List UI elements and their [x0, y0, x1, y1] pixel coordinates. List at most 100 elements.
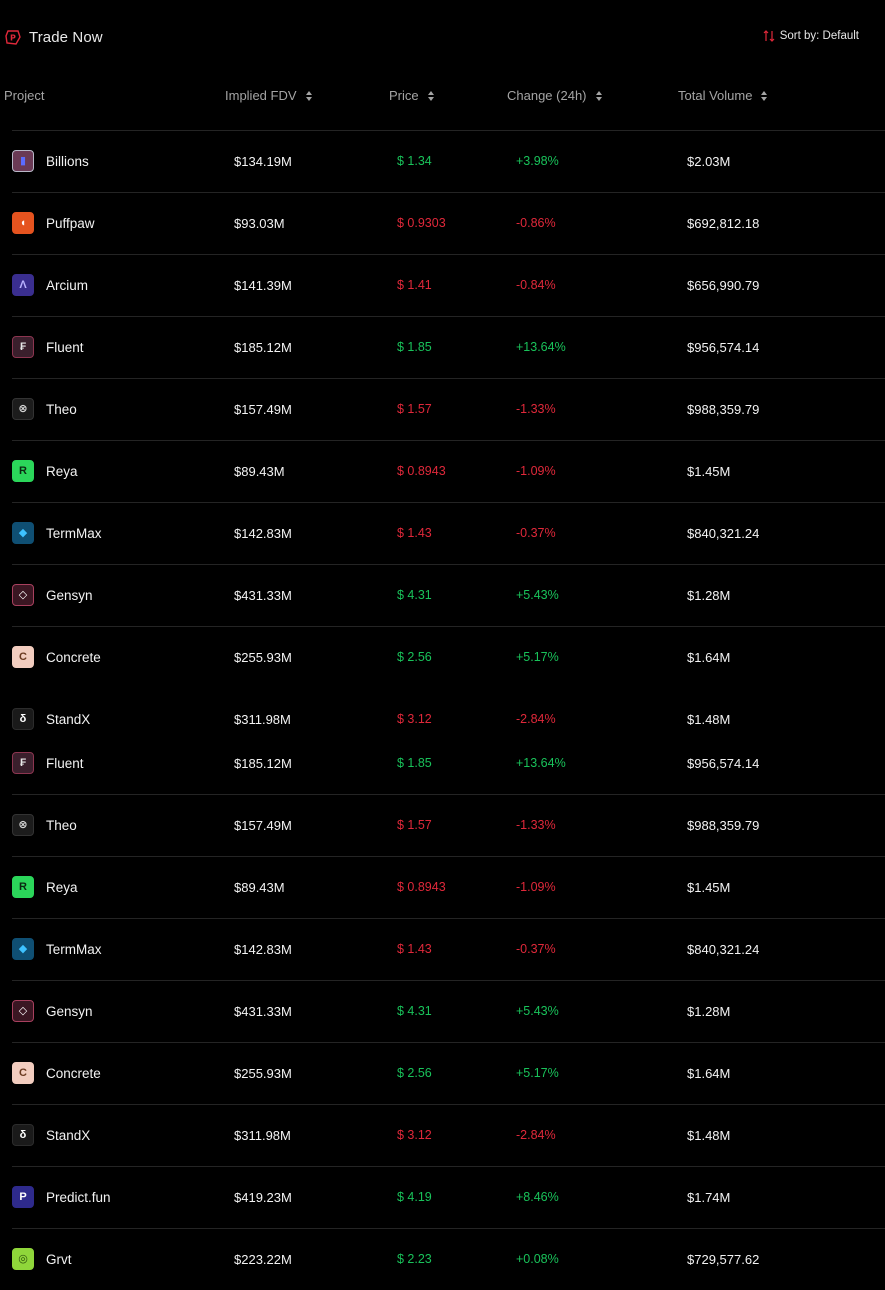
row-divider: [12, 440, 885, 441]
table-row[interactable]: ◎ Grvt $223.22M $ 2.23 +0.08% $729,577.62: [0, 1228, 885, 1290]
change-value: +5.43%: [516, 1004, 559, 1018]
project-cell: ◆ TermMax: [12, 502, 102, 564]
price-value: $ 4.31: [397, 1004, 432, 1018]
price-value: $ 0.8943: [397, 880, 446, 894]
table-row[interactable]: Λ Arcium $141.39M $ 1.41 -0.84% $656,990.79: [0, 254, 885, 316]
price-value: $ 0.9303: [397, 216, 446, 230]
project-cell: ⊗ Theo: [12, 378, 77, 440]
project-name: Concrete: [46, 649, 101, 665]
table-row[interactable]: P Predict.fun $419.23M $ 4.19 +8.46% $1.74M: [0, 1166, 885, 1228]
concrete-logo-icon: C: [12, 646, 34, 668]
predictfun-logo-icon: P: [12, 1186, 34, 1208]
column-header-price[interactable]: Price: [389, 88, 434, 103]
price-value: $ 1.85: [397, 756, 432, 770]
project-cell: R Reya: [12, 440, 78, 502]
table-row[interactable]: δ StandX $311.98M $ 3.12 -2.84% $1.48M: [0, 1104, 885, 1166]
fdv-value: $157.49M: [234, 401, 292, 417]
price-value: $ 1.41: [397, 278, 432, 292]
table-row[interactable]: ◖ Puffpaw $93.03M $ 0.9303 -0.86% $692,812.18: [0, 192, 885, 254]
change-value: -1.09%: [516, 464, 556, 478]
sort-arrows-icon: [763, 30, 775, 42]
volume-value: $1.45M: [687, 879, 731, 895]
column-label-project: Project: [4, 88, 45, 103]
column-header-project: Project: [4, 88, 44, 103]
sort-dropdown[interactable]: Sort by: Default: [763, 30, 859, 42]
price-value: $ 1.43: [397, 526, 432, 540]
project-name: Concrete: [46, 1065, 101, 1081]
row-divider: [12, 1042, 885, 1043]
project-name: Theo: [46, 817, 77, 833]
price-value: $ 1.57: [397, 818, 432, 832]
table-row[interactable]: ₣ Fluent $185.12M $ 1.85 +13.64% $956,574.14: [0, 732, 885, 794]
volume-value: $2.03M: [687, 153, 731, 169]
table-row[interactable]: ◆ TermMax $142.83M $ 1.43 -0.37% $840,321.24: [0, 502, 885, 564]
change-value: +5.17%: [516, 1066, 559, 1080]
fdv-value: $93.03M: [234, 215, 285, 231]
table-row[interactable]: ◇ Gensyn $431.33M $ 4.31 +5.43% $1.28M: [0, 564, 885, 626]
table-row[interactable]: ₣ Fluent $185.12M $ 1.85 +13.64% $956,574.14: [0, 316, 885, 378]
project-name: Reya: [46, 879, 78, 895]
termmax-logo-icon: ◆: [12, 522, 34, 544]
fdv-value: $255.93M: [234, 649, 292, 665]
price-value: $ 1.85: [397, 340, 432, 354]
fdv-value: $89.43M: [234, 879, 285, 895]
project-name: Grvt: [46, 1251, 72, 1267]
change-value: -1.33%: [516, 818, 556, 832]
project-cell: ₣ Fluent: [12, 732, 84, 794]
project-cell: R Reya: [12, 856, 78, 918]
table-row[interactable]: ◆ TermMax $142.83M $ 1.43 -0.37% $840,321.24: [0, 918, 885, 980]
volume-value: $692,812.18: [687, 215, 760, 231]
page-title: Trade Now: [29, 28, 103, 46]
table-row[interactable]: R Reya $89.43M $ 0.8943 -1.09% $1.45M: [0, 440, 885, 502]
table-row[interactable]: C Concrete $255.93M $ 2.56 +5.17% $1.64M: [0, 1042, 885, 1104]
fdv-value: $419.23M: [234, 1189, 292, 1205]
fdv-value: $141.39M: [234, 277, 292, 293]
row-divider: [12, 980, 885, 981]
table-row[interactable]: C Concrete $255.93M $ 2.56 +5.17% $1.64M: [0, 626, 885, 688]
row-divider: [12, 130, 885, 131]
sort-caret-icon: [761, 90, 768, 101]
column-header-volume[interactable]: Total Volume: [678, 88, 768, 103]
concrete-logo-icon: C: [12, 1062, 34, 1084]
volume-value: $1.74M: [687, 1189, 731, 1205]
row-divider: [12, 856, 885, 857]
price-value: $ 2.56: [397, 650, 432, 664]
price-value: $ 1.57: [397, 402, 432, 416]
row-divider: [12, 626, 885, 627]
project-name: Gensyn: [46, 1003, 93, 1019]
column-header-fdv[interactable]: Implied FDV: [225, 88, 312, 103]
volume-value: $840,321.24: [687, 525, 760, 541]
volume-value: $1.28M: [687, 1003, 731, 1019]
project-cell: C Concrete: [12, 626, 101, 688]
reya-logo-icon: R: [12, 876, 34, 898]
project-cell: ◆ TermMax: [12, 918, 102, 980]
grvt-logo-icon: ◎: [12, 1248, 34, 1270]
project-cell: ▮ Billions: [12, 130, 89, 192]
row-divider: [12, 1166, 885, 1167]
standx-logo-icon: δ: [12, 1124, 34, 1146]
termmax-logo-icon: ◆: [12, 938, 34, 960]
fdv-value: $134.19M: [234, 153, 292, 169]
project-cell: ⊗ Theo: [12, 794, 77, 856]
table-row[interactable]: ▮ Billions $134.19M $ 1.34 +3.98% $2.03M: [0, 130, 885, 192]
change-value: +13.64%: [516, 340, 566, 354]
project-name: StandX: [46, 1127, 91, 1143]
table-row[interactable]: ⊗ Theo $157.49M $ 1.57 -1.33% $988,359.79: [0, 378, 885, 440]
volume-value: $1.48M: [687, 1127, 731, 1143]
project-name: Billions: [46, 153, 89, 169]
volume-value: $956,574.14: [687, 755, 760, 771]
standx-logo-icon: δ: [12, 708, 34, 730]
project-name: Fluent: [46, 339, 84, 355]
project-cell: ◇ Gensyn: [12, 980, 93, 1042]
theo-logo-icon: ⊗: [12, 398, 34, 420]
trade-now-link[interactable]: P Trade Now: [5, 27, 103, 47]
price-value: $ 4.19: [397, 1190, 432, 1204]
project-name: Puffpaw: [46, 215, 95, 231]
project-name: Arcium: [46, 277, 89, 293]
change-value: +3.98%: [516, 154, 559, 168]
column-header-change[interactable]: Change (24h): [507, 88, 602, 103]
table-row[interactable]: R Reya $89.43M $ 0.8943 -1.09% $1.45M: [0, 856, 885, 918]
fluent-logo-icon: ₣: [12, 336, 34, 358]
table-row[interactable]: ⊗ Theo $157.49M $ 1.57 -1.33% $988,359.79: [0, 794, 885, 856]
table-row[interactable]: ◇ Gensyn $431.33M $ 4.31 +5.43% $1.28M: [0, 980, 885, 1042]
